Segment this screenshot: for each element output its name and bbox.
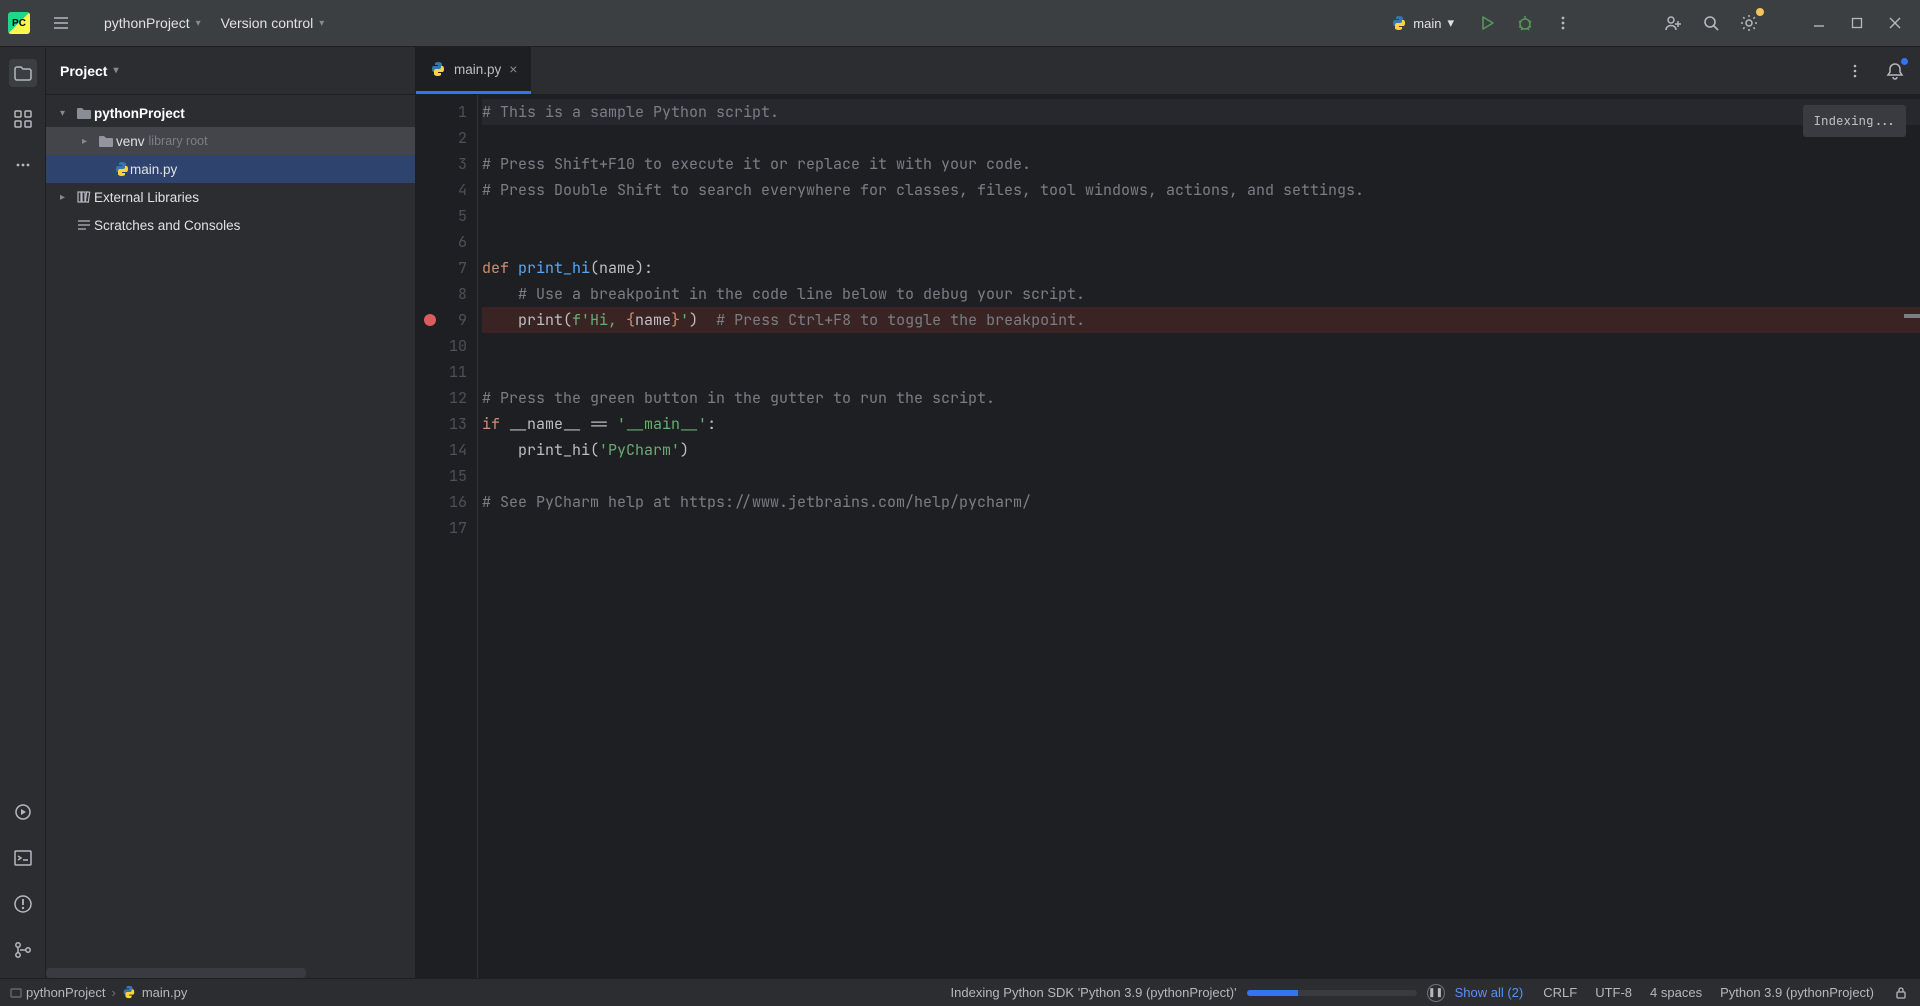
chevron-right-icon: ▸ <box>82 136 96 147</box>
folder-icon <box>96 133 116 149</box>
editor-tab-main[interactable]: main.py × <box>416 47 531 94</box>
vcs-dropdown[interactable]: Version control ▾ <box>211 11 335 35</box>
breadcrumb-project[interactable]: pythonProject <box>10 985 106 1000</box>
status-bar: pythonProject › main.py Indexing Python … <box>0 978 1920 1006</box>
breadcrumb-file[interactable]: main.py <box>122 985 188 1001</box>
close-tab-button[interactable]: × <box>509 61 517 77</box>
indent-status[interactable]: 4 spaces <box>1650 985 1702 1000</box>
chevron-down-icon: ▾ <box>113 65 118 76</box>
code-with-me-button[interactable] <box>1660 10 1686 36</box>
python-file-icon <box>114 161 130 177</box>
chevron-down-icon: ▾ <box>1447 15 1454 31</box>
tree-file-label: main.py <box>130 162 177 177</box>
tree-scratches-label: Scratches and Consoles <box>94 218 240 233</box>
project-dropdown[interactable]: pythonProject ▾ <box>94 11 211 35</box>
close-window-button[interactable] <box>1882 10 1908 36</box>
error-stripe-marker[interactable] <box>1904 314 1920 318</box>
project-name-label: pythonProject <box>104 15 190 31</box>
breakpoint-marker[interactable] <box>424 314 436 326</box>
tree-scratches-row[interactable]: Scratches and Consoles <box>46 211 415 239</box>
encoding-status[interactable]: UTF-8 <box>1595 985 1632 1000</box>
show-all-processes-link[interactable]: Show all (2) <box>1455 985 1524 1000</box>
editor-area: main.py × 123 456 789 <box>416 47 1920 978</box>
editor-tab-bar: main.py × <box>416 47 1920 95</box>
pycharm-logo-icon: PC <box>8 12 30 34</box>
editor-gutter[interactable]: 123 456 789 101112 131415 1617 <box>416 95 478 978</box>
run-config-label: main <box>1413 16 1441 31</box>
folder-icon <box>74 105 94 121</box>
minimize-window-button[interactable] <box>1806 10 1832 36</box>
python-file-icon <box>430 61 446 77</box>
python-file-icon <box>1391 15 1407 31</box>
python-file-icon <box>122 985 138 1001</box>
problems-tool-button[interactable] <box>9 890 37 918</box>
pause-indexing-button[interactable]: ❚❚ <box>1427 984 1445 1002</box>
structure-tool-button[interactable] <box>9 105 37 133</box>
tree-external-libs-row[interactable]: ▸ External Libraries <box>46 183 415 211</box>
project-panel: Project ▾ ▾ pythonProject ▸ venv library… <box>46 47 416 978</box>
tree-venv-label: venv <box>116 134 145 149</box>
lock-status-icon[interactable] <box>1892 984 1910 1002</box>
project-tree[interactable]: ▾ pythonProject ▸ venv library root <box>46 95 415 968</box>
tree-root-label: pythonProject <box>94 106 185 121</box>
main-menu-button[interactable] <box>48 10 74 36</box>
indexing-progress-bar <box>1247 990 1417 996</box>
horizontal-scrollbar[interactable] <box>46 968 306 978</box>
more-tools-button[interactable] <box>9 151 37 179</box>
run-config-selector[interactable]: main ▾ <box>1383 11 1462 35</box>
project-panel-title[interactable]: Project ▾ <box>60 63 119 79</box>
tree-ext-lib-label: External Libraries <box>94 190 199 205</box>
chevron-down-icon: ▾ <box>319 18 324 29</box>
scratch-icon <box>74 217 94 233</box>
run-button[interactable] <box>1474 10 1500 36</box>
tree-venv-hint: library root <box>149 134 208 148</box>
tree-venv-row[interactable]: ▸ venv library root <box>46 127 415 155</box>
indexing-status-text: Indexing Python SDK 'Python 3.9 (pythonP… <box>951 985 1237 1000</box>
chevron-down-icon: ▾ <box>196 18 201 29</box>
version-control-tool-button[interactable] <box>9 936 37 964</box>
maximize-window-button[interactable] <box>1844 10 1870 36</box>
chevron-right-icon: › <box>112 985 116 1000</box>
terminal-tool-button[interactable] <box>9 844 37 872</box>
top-menu-bar: PC pythonProject ▾ Version control ▾ mai… <box>0 0 1920 47</box>
tab-options-button[interactable] <box>1842 58 1868 84</box>
vcs-label: Version control <box>221 15 314 31</box>
more-actions-button[interactable] <box>1550 10 1576 36</box>
tree-root-row[interactable]: ▾ pythonProject <box>46 99 415 127</box>
tab-label: main.py <box>454 62 501 77</box>
notifications-button[interactable] <box>1882 58 1908 84</box>
search-button[interactable] <box>1698 10 1724 36</box>
chevron-right-icon: ▸ <box>60 192 74 203</box>
code-content[interactable]: # This is a sample Python script. # Pres… <box>478 95 1920 978</box>
project-tool-button[interactable] <box>9 59 37 87</box>
chevron-down-icon: ▾ <box>60 108 74 119</box>
interpreter-status[interactable]: Python 3.9 (pythonProject) <box>1720 985 1874 1000</box>
line-separator-status[interactable]: CRLF <box>1543 985 1577 1000</box>
debug-button[interactable] <box>1512 10 1538 36</box>
python-packages-tool-button[interactable] <box>9 798 37 826</box>
code-editor[interactable]: 123 456 789 101112 131415 1617 # This is… <box>416 95 1920 978</box>
left-tool-strip <box>0 47 46 978</box>
settings-button[interactable] <box>1736 10 1762 36</box>
library-icon <box>74 189 94 205</box>
editor-indexing-badge: Indexing... <box>1803 105 1906 137</box>
tree-main-file-row[interactable]: main.py <box>46 155 415 183</box>
